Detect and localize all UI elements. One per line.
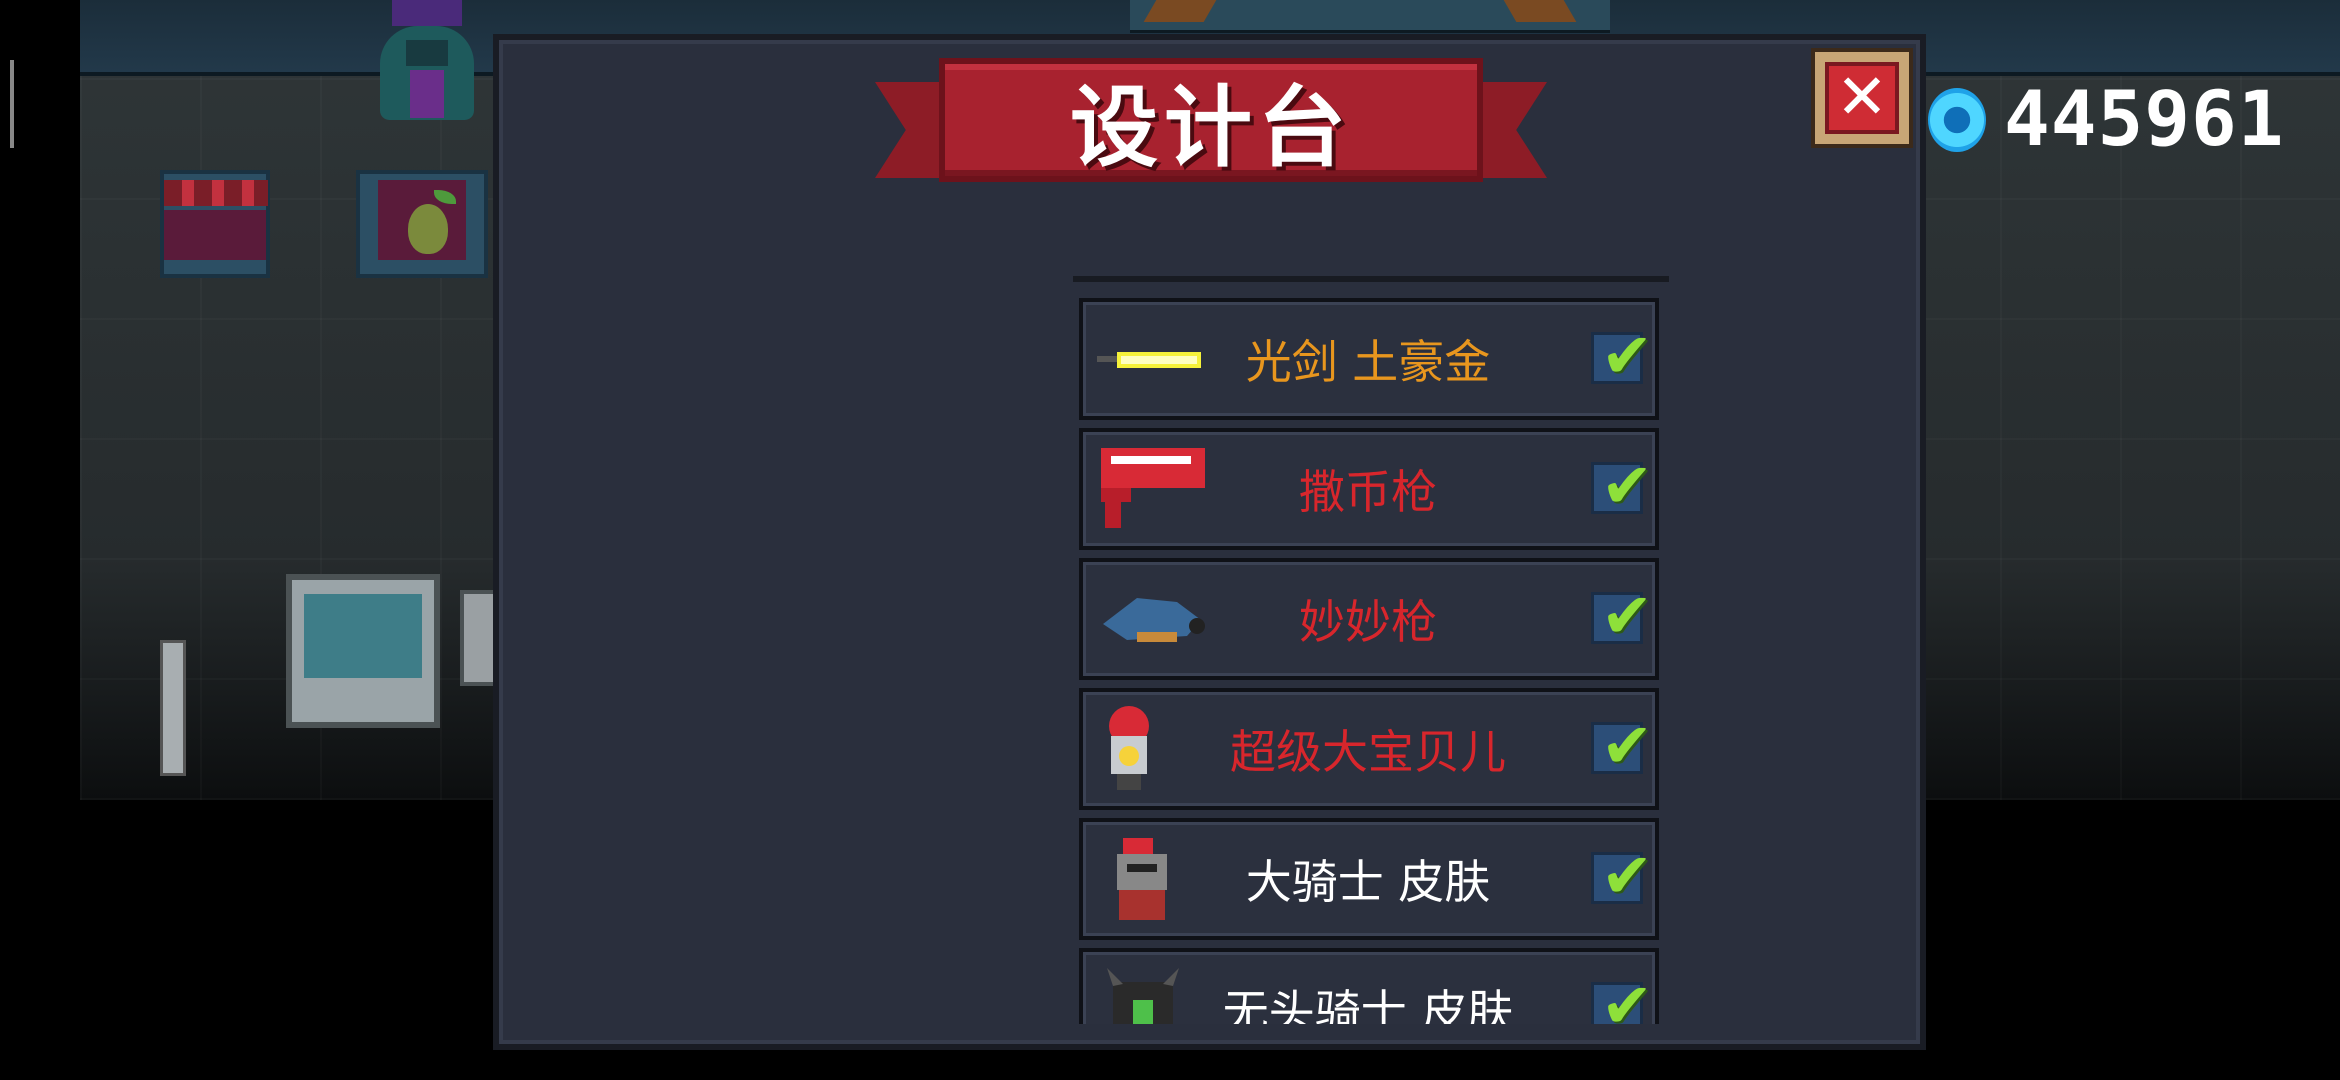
top-decoration xyxy=(1130,0,1610,33)
checkmark-icon: ✔ xyxy=(1601,579,1653,652)
list-item[interactable]: 光剑 土豪金 ✔ xyxy=(1079,298,1659,420)
seed-crate xyxy=(356,170,488,278)
checkmark-icon: ✔ xyxy=(1601,709,1653,782)
knight-skin-icon xyxy=(1097,834,1209,926)
nuke-bomb-icon xyxy=(1097,704,1209,796)
witch-character xyxy=(370,0,484,124)
seed-icon xyxy=(408,204,448,254)
list-item[interactable]: 妙妙枪 ✔ xyxy=(1079,558,1659,680)
list-item[interactable]: 撒币枪 ✔ xyxy=(1079,428,1659,550)
title-banner: 设计台 xyxy=(875,58,1547,208)
item-list[interactable]: 光剑 土豪金 ✔ 撒币枪 ✔ 妙妙枪 ✔ 超级大宝贝儿 ✔ 大骑士 皮肤 ✔ 无头骑士 皮肤 ✔ xyxy=(1073,276,1669,1024)
checkmark-icon: ✔ xyxy=(1601,449,1653,522)
item-checkbox[interactable]: ✔ xyxy=(1591,709,1653,782)
computer-monitor xyxy=(286,574,440,728)
edge-handle xyxy=(10,60,14,148)
gas-tank xyxy=(160,640,186,776)
item-label: 撒币枪 xyxy=(1299,465,1437,519)
gem-count: 445961 xyxy=(2004,74,2285,163)
gem-icon xyxy=(1928,88,1986,152)
close-button[interactable]: ✕ xyxy=(1811,48,1913,148)
checkmark-icon: ✔ xyxy=(1601,319,1653,392)
lightsaber-icon xyxy=(1097,314,1209,406)
headless-knight-skin-icon xyxy=(1097,964,1209,1024)
ribbon-main: 设计台 xyxy=(939,58,1483,182)
item-checkbox[interactable]: ✔ xyxy=(1591,449,1653,522)
item-checkbox[interactable]: ✔ xyxy=(1591,839,1653,912)
magic-gun-icon xyxy=(1097,574,1209,666)
item-label: 光剑 土豪金 xyxy=(1245,335,1491,389)
weapon-crate xyxy=(160,170,270,278)
list-item[interactable]: 无头骑士 皮肤 ✔ xyxy=(1079,948,1659,1024)
item-label: 无头骑士 皮肤 xyxy=(1222,985,1514,1024)
item-label: 妙妙枪 xyxy=(1299,595,1437,649)
coin-gun-icon xyxy=(1097,444,1209,536)
item-checkbox[interactable]: ✔ xyxy=(1591,319,1653,392)
item-checkbox[interactable]: ✔ xyxy=(1591,969,1653,1024)
list-item[interactable]: 大骑士 皮肤 ✔ xyxy=(1079,818,1659,940)
list-item[interactable]: 超级大宝贝儿 ✔ xyxy=(1079,688,1659,810)
checkmark-icon: ✔ xyxy=(1601,969,1653,1024)
item-label: 超级大宝贝儿 xyxy=(1230,725,1506,779)
item-checkbox[interactable]: ✔ xyxy=(1591,579,1653,652)
close-icon: ✕ xyxy=(1825,62,1899,134)
checkmark-icon: ✔ xyxy=(1601,839,1653,912)
dialog-title: 设计台 xyxy=(1069,75,1352,179)
item-label: 大骑士 皮肤 xyxy=(1245,855,1491,909)
